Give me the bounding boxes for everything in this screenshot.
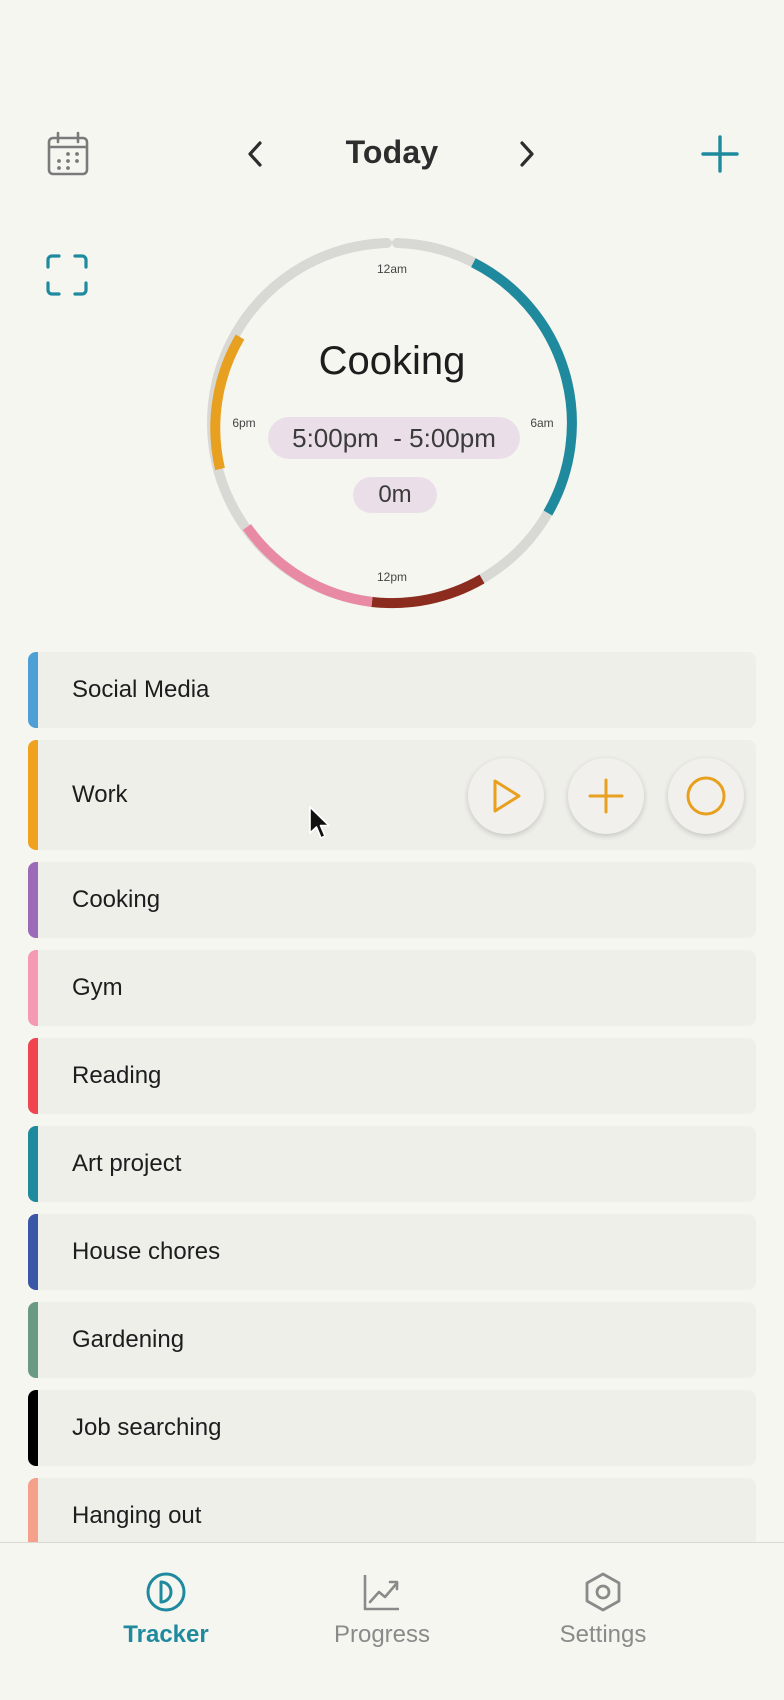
day-ring[interactable]: 12am 6am 12pm 6pm Cooking 5:00pm - 5:00p… [202, 233, 582, 613]
ring-label-6pm: 6pm [232, 416, 256, 430]
circle-icon [686, 776, 726, 816]
goal-button[interactable] [668, 758, 744, 834]
bottom-navigation: Tracker Progress Settings [0, 1542, 784, 1700]
activity-item-house-chores[interactable]: House chores [28, 1214, 756, 1290]
nav-tab-tracker[interactable]: Tracker [76, 1571, 256, 1671]
add-entry-button[interactable] [696, 130, 744, 178]
activity-item-art-project[interactable]: Art project [28, 1126, 756, 1202]
ring-label-6am: 6am [530, 416, 554, 430]
fullscreen-button[interactable] [40, 248, 94, 302]
activity-color-bar [28, 950, 38, 1026]
activity-label: Reading [72, 1062, 162, 1089]
activity-item-work[interactable]: Work [28, 740, 756, 850]
activity-color-bar [28, 1038, 38, 1114]
activity-color-bar [28, 1302, 38, 1378]
activity-label: Job searching [72, 1414, 222, 1441]
calendar-button[interactable] [42, 128, 94, 180]
activity-label: Cooking [72, 886, 161, 913]
tracker-icon [146, 1572, 186, 1612]
activity-label: Work [72, 781, 128, 808]
activity-item-social-media[interactable]: Social Media [28, 652, 756, 728]
activity-color-bar [28, 652, 38, 728]
activity-color-bar [28, 1390, 38, 1466]
time-range-pill[interactable]: 5:00pm - 5:00pm [268, 417, 520, 459]
ring-segment-art-project [471, 258, 577, 516]
chart-trend-icon [363, 1575, 399, 1611]
calendar-icon [47, 131, 89, 176]
activity-item-reading[interactable]: Reading [28, 1038, 756, 1114]
previous-day-button[interactable] [236, 134, 276, 174]
nav-tab-progress[interactable]: Progress [292, 1571, 472, 1671]
next-day-button[interactable] [506, 134, 546, 174]
nav-label-tracker: Tracker [123, 1621, 209, 1648]
plus-icon [588, 778, 624, 814]
add-time-button[interactable] [568, 758, 644, 834]
mouse-cursor-icon [309, 806, 330, 839]
nav-label-progress: Progress [333, 1621, 431, 1648]
ring-label-12am: 12am [376, 262, 408, 276]
activity-label: House chores [72, 1238, 221, 1265]
activity-list: Social Media Work Cooking Gym Reading Ar… [28, 652, 756, 1566]
activity-color-bar [28, 862, 38, 938]
tracker-screen: Today 12am 6am 12pm 6pm Cooking 5:00pm -… [0, 0, 784, 1700]
ring-label-12pm: 12pm [376, 570, 408, 584]
nav-tab-settings[interactable]: Settings [513, 1571, 693, 1671]
start-timer-button[interactable] [468, 758, 544, 834]
activity-color-bar [28, 1214, 38, 1290]
activity-item-gardening[interactable]: Gardening [28, 1302, 756, 1378]
activity-label: Hanging out [72, 1502, 202, 1529]
activity-item-cooking[interactable]: Cooking [28, 862, 756, 938]
activity-label: Gardening [72, 1326, 185, 1353]
activity-item-gym[interactable]: Gym [28, 950, 756, 1026]
activity-item-job-searching[interactable]: Job searching [28, 1390, 756, 1466]
ring-segment-gym [242, 524, 373, 607]
play-icon [493, 779, 521, 813]
activity-label: Social Media [72, 676, 210, 703]
activity-label: Gym [72, 974, 123, 1001]
page-title: Today [345, 134, 439, 170]
chevron-right-icon [520, 141, 534, 167]
chevron-left-icon [248, 141, 262, 167]
activity-label: Art project [72, 1150, 182, 1177]
fullscreen-icon [46, 254, 88, 296]
duration-pill: 0m [353, 477, 437, 513]
current-activity-name: Cooking [318, 339, 466, 383]
settings-hexagon-icon [585, 1572, 621, 1612]
nav-label-settings: Settings [559, 1621, 647, 1648]
activity-color-bar [28, 740, 38, 850]
header: Today [0, 120, 784, 188]
activity-color-bar [28, 1126, 38, 1202]
plus-icon [701, 135, 739, 173]
